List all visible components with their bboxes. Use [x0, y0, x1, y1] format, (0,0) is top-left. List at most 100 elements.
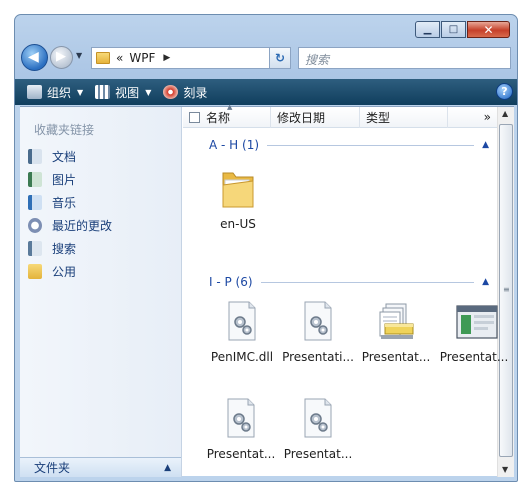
- favorite-link-recent-changes[interactable]: 最近的更改: [28, 214, 112, 237]
- dll-file-icon: [299, 397, 337, 439]
- file-label: Presentat...: [361, 350, 431, 364]
- scroll-down-icon[interactable]: ▼: [502, 465, 508, 474]
- scroll-up-icon[interactable]: ▲: [502, 109, 508, 118]
- column-modified-label: 修改日期: [277, 110, 326, 125]
- folder-icon: [219, 167, 257, 209]
- folders-label: 文件夹: [34, 461, 71, 475]
- favorite-link-searches[interactable]: 搜索: [28, 237, 112, 260]
- views-button[interactable]: 视图 ▼: [95, 84, 151, 101]
- file-label: Presentati...: [282, 350, 354, 364]
- group-divider: [260, 281, 475, 283]
- favorite-link-label: 图片: [52, 173, 77, 187]
- scrollbar-thumb[interactable]: ≡: [499, 124, 513, 457]
- favorite-links-header: 收藏夹链接: [34, 123, 95, 137]
- forward-button[interactable]: ▶: [50, 46, 73, 69]
- file-item-presentation-4[interactable]: Presentat...: [202, 397, 280, 461]
- search-input[interactable]: 搜索: [298, 47, 511, 69]
- address-separator-icon[interactable]: ▶: [163, 53, 170, 63]
- file-label: Presentat...: [283, 447, 353, 461]
- help-icon: ?: [501, 85, 508, 98]
- select-all-checkbox[interactable]: [189, 111, 200, 123]
- organize-icon: [27, 85, 42, 99]
- organize-button[interactable]: 组织 ▼: [27, 84, 83, 101]
- file-item-presentation-5[interactable]: Presentat...: [279, 397, 357, 461]
- search-icon: [28, 241, 42, 256]
- folders-toggle[interactable]: 文件夹 ▲: [20, 457, 181, 477]
- command-toolbar: 组织 ▼ 视图 ▼ 刻录 ?: [15, 79, 517, 105]
- dll-file-icon: [222, 397, 260, 439]
- content-area: 收藏夹链接 文档 图片 音乐 最近的更改 搜索 公用 文件夹 ▲ 名称 ▲ 修改…: [20, 103, 514, 477]
- refresh-button[interactable]: ↻: [269, 47, 291, 69]
- chevron-down-icon: ▼: [77, 87, 84, 97]
- group-header-a-h[interactable]: A - H (1) ▲: [209, 137, 489, 153]
- group-label: I - P (6): [209, 275, 253, 289]
- favorite-link-label: 文档: [52, 150, 77, 164]
- close-button[interactable]: ✕: [467, 21, 510, 38]
- organize-label: 组织: [47, 85, 72, 100]
- minimize-button[interactable]: ▁: [415, 21, 440, 38]
- group-divider: [267, 144, 475, 146]
- chevron-down-icon: ▼: [145, 87, 152, 97]
- address-bar[interactable]: « WPF ▶ ▼: [91, 47, 291, 69]
- more-columns-icon[interactable]: »: [484, 110, 491, 124]
- file-item-penimc[interactable]: PenIMC.dll: [203, 300, 281, 364]
- address-prefix[interactable]: «: [116, 51, 123, 65]
- favorite-links-list: 文档 图片 音乐 最近的更改 搜索 公用: [28, 145, 112, 283]
- column-headers: 名称 ▲ 修改日期 类型 »: [183, 103, 497, 128]
- forward-arrow-icon: ▶: [56, 49, 66, 64]
- views-icon: [95, 85, 111, 99]
- public-folder-icon: [28, 264, 42, 279]
- chevron-up-icon[interactable]: ▲: [482, 140, 489, 150]
- favorite-link-label: 音乐: [52, 196, 77, 210]
- file-item-presentation-3[interactable]: Presentat...: [435, 300, 513, 364]
- favorite-link-public[interactable]: 公用: [28, 260, 112, 283]
- burn-disc-icon: [163, 85, 179, 99]
- caption-buttons: ▁ □ ✕: [414, 21, 510, 38]
- file-label: Presentat...: [206, 447, 276, 461]
- maximize-icon: □: [448, 23, 459, 35]
- column-header-name[interactable]: 名称 ▲: [183, 103, 271, 128]
- window-file-icon: [455, 300, 498, 342]
- help-button[interactable]: ?: [496, 83, 513, 100]
- recent-changes-icon: [28, 218, 42, 233]
- back-button[interactable]: ◀: [21, 44, 48, 71]
- music-icon: [28, 195, 42, 210]
- views-label: 视图: [115, 85, 140, 100]
- navigation-bar: ◀ ▶ ▼ « WPF ▶ ▼ ↻ 搜索: [15, 43, 517, 75]
- column-type-label: 类型: [366, 110, 391, 125]
- column-name-label: 名称: [206, 110, 231, 125]
- favorite-link-label: 最近的更改: [52, 219, 113, 233]
- column-header-modified[interactable]: 修改日期: [271, 106, 360, 128]
- recent-pages-dropdown-icon[interactable]: ▼: [76, 51, 82, 60]
- file-label: PenIMC.dll: [210, 350, 274, 364]
- favorite-link-label: 公用: [52, 265, 77, 279]
- explorer-window: ▁ □ ✕ ◀ ▶ ▼ « WPF ▶ ▼ ↻ 搜索 组织 ▼ 视图 ▼: [14, 14, 518, 482]
- refresh-icon: ↻: [274, 51, 286, 65]
- favorite-link-documents[interactable]: 文档: [28, 145, 112, 168]
- grip-icon: ≡: [503, 285, 510, 294]
- package-file-icon: [377, 300, 415, 342]
- file-item-presentation-2[interactable]: Presentat...: [357, 300, 435, 364]
- vertical-scrollbar[interactable]: ▲ ≡ ▼: [497, 107, 514, 477]
- chevron-up-icon: ▲: [164, 462, 171, 473]
- minimize-icon: ▁: [423, 23, 432, 35]
- file-item-presentation-1[interactable]: Presentati...: [279, 300, 357, 364]
- favorite-link-pictures[interactable]: 图片: [28, 168, 112, 191]
- back-arrow-icon: ◀: [28, 49, 39, 65]
- close-icon: ✕: [483, 22, 494, 37]
- group-header-i-p[interactable]: I - P (6) ▲: [209, 274, 489, 290]
- burn-button[interactable]: 刻录: [163, 84, 207, 101]
- documents-icon: [28, 149, 42, 164]
- file-label: en-US: [220, 217, 256, 231]
- file-list-area: 名称 ▲ 修改日期 类型 » ▲ ≡ ▼ A - H (1) ▲ en-US I…: [183, 103, 514, 477]
- folder-icon: [96, 52, 110, 64]
- file-label: Presentat...: [439, 350, 509, 364]
- chevron-up-icon[interactable]: ▲: [482, 277, 489, 287]
- group-label: A - H (1): [209, 138, 260, 152]
- file-item-folder[interactable]: en-US: [199, 167, 277, 231]
- address-path[interactable]: WPF: [129, 51, 155, 65]
- maximize-button[interactable]: □: [441, 21, 466, 38]
- favorite-link-music[interactable]: 音乐: [28, 191, 112, 214]
- dll-file-icon: [299, 300, 337, 342]
- column-header-type[interactable]: 类型: [360, 106, 448, 128]
